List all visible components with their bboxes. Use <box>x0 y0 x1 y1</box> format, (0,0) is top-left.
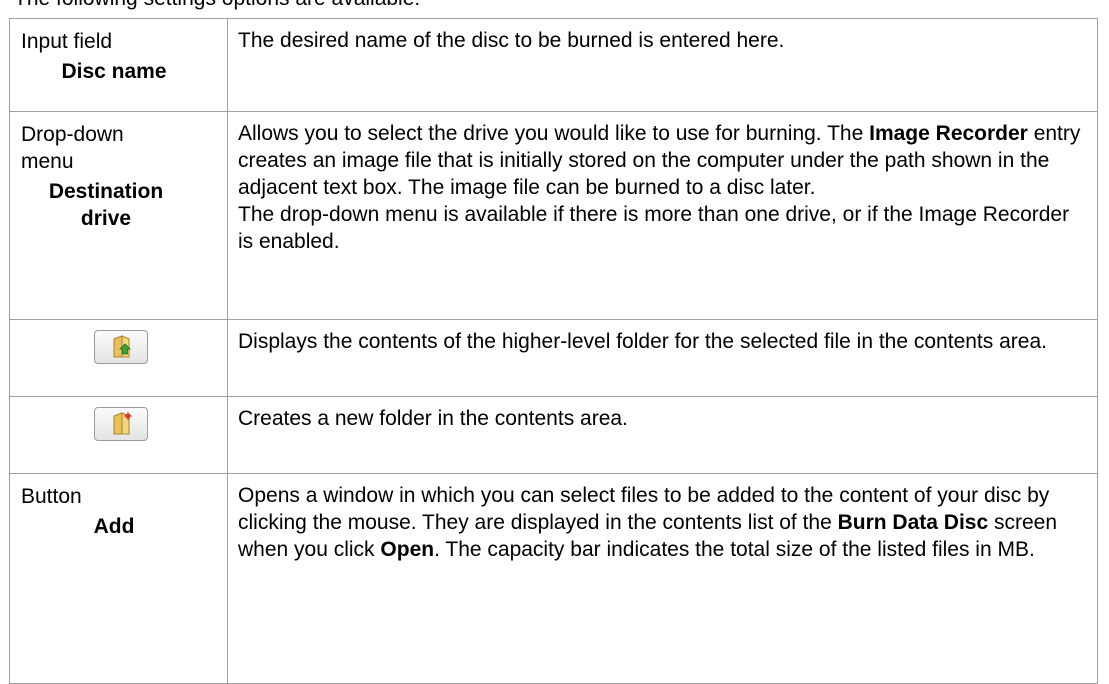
element-name: Disc name <box>61 60 167 83</box>
description-bold-term: Open <box>380 538 435 561</box>
table-row: Button Add Opens a window in which you c… <box>9 473 1098 684</box>
table-row: Drop-down menu Destination drive Allows … <box>9 111 1098 320</box>
element-type: Button <box>21 485 82 508</box>
label-cell: Input field Disc name <box>9 18 228 112</box>
element-name: Add <box>93 515 135 538</box>
element-type: Input field <box>21 30 113 53</box>
table-row: Displays the contents of the higher-leve… <box>9 319 1098 397</box>
folder-up-icon <box>113 335 131 358</box>
description-text: The drop-down menu is available if there… <box>238 203 1070 253</box>
description-text: Allows you to select the drive you would… <box>238 120 1087 201</box>
table-row: Input field Disc name The desired name o… <box>9 18 1098 112</box>
description-text: The desired name of the disc to be burne… <box>238 29 785 52</box>
description-bold-term: Burn Data Disc <box>837 511 989 534</box>
description-cell: Allows you to select the drive you would… <box>227 111 1098 320</box>
description-part: Allows you to select the drive you would… <box>238 122 870 145</box>
table-row: Creates a new folder in the contents are… <box>9 396 1098 474</box>
description-cell: The desired name of the disc to be burne… <box>227 18 1098 112</box>
description-cell: Creates a new folder in the contents are… <box>227 396 1098 474</box>
new-folder-button-icon <box>93 407 148 441</box>
description-cell: Displays the contents of the higher-leve… <box>227 319 1098 397</box>
icon-cell <box>9 396 228 474</box>
description-bold-term: Image Recorder <box>869 122 1028 145</box>
description-part: . The capacity bar indicates the total s… <box>434 538 1035 561</box>
description-text: Displays the contents of the higher-leve… <box>238 330 1047 353</box>
folder-up-button-icon <box>93 330 148 364</box>
icon-cell <box>9 319 228 397</box>
settings-table: Input field Disc name The desired name o… <box>9 18 1098 684</box>
label-cell: Button Add <box>9 473 228 684</box>
description-text: Creates a new folder in the contents are… <box>238 407 628 430</box>
new-folder-icon <box>113 412 132 435</box>
description-text: Opens a window in which you can select f… <box>238 482 1087 563</box>
element-type: Drop-down menu <box>21 123 124 173</box>
element-name: Destination drive <box>48 180 164 230</box>
cut-off-intro-text: The following settings options are avail… <box>14 0 420 11</box>
description-cell: Opens a window in which you can select f… <box>227 473 1098 684</box>
label-cell: Drop-down menu Destination drive <box>9 111 228 320</box>
